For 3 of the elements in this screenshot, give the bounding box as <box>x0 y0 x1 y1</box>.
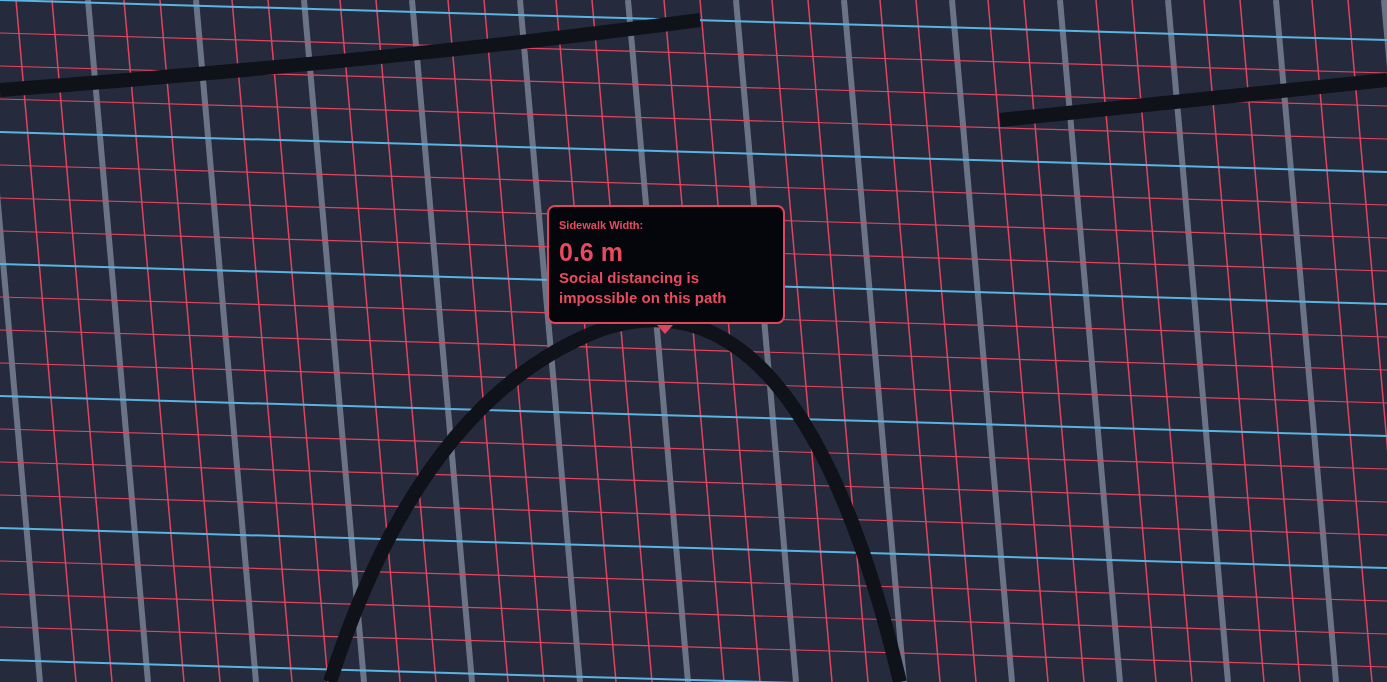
tooltip-value: 0.6 m <box>559 236 624 268</box>
tooltip-message: Social distancing is impossible on this path <box>559 268 728 308</box>
tooltip-label: Sidewalk Width: <box>559 219 645 233</box>
